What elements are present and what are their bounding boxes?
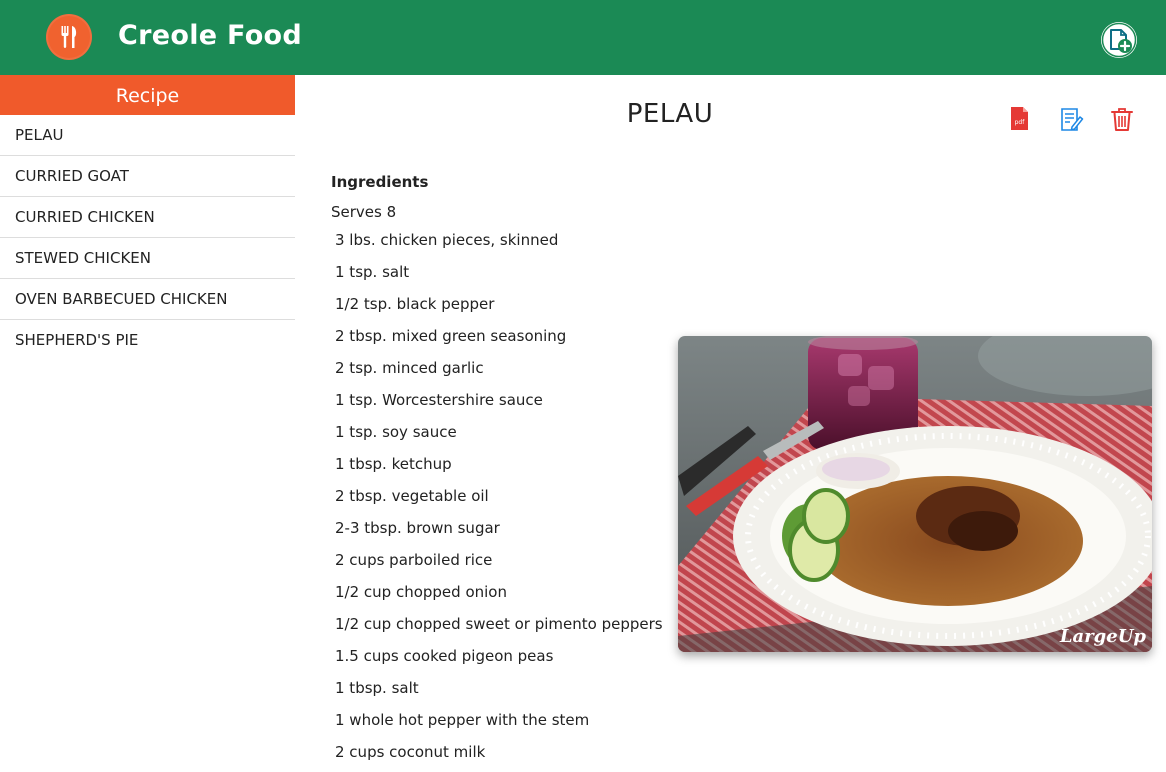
ingredient-item: 3 lbs. chicken pieces, skinned	[335, 231, 559, 249]
ingredient-item: 1 whole hot pepper with the stem	[335, 711, 590, 729]
ingredient-item: 1 tbsp. salt	[335, 679, 419, 697]
recipe-detail: PELAU pdf Ingredients Serves 8 3 lbs. ch…	[295, 75, 1166, 761]
sidebar-item-pelau[interactable]: PELAU	[0, 115, 295, 156]
sidebar-item-curried-goat[interactable]: CURRIED GOAT	[0, 156, 295, 197]
ingredient-item: 2 cups parboiled rice	[335, 551, 493, 569]
ingredient-list: 3 lbs. chicken pieces, skinned 1 tsp. sa…	[335, 228, 663, 772]
trash-icon	[1111, 108, 1133, 131]
ingredients-heading: Ingredients	[331, 173, 429, 191]
sidebar-item-oven-barbecued-chicken[interactable]: OVEN BARBECUED CHICKEN	[0, 279, 295, 320]
ingredient-item: 2 tsp. minced garlic	[335, 359, 484, 377]
pdf-icon: pdf	[1011, 107, 1028, 130]
ingredient-item: 1 tsp. soy sauce	[335, 423, 457, 441]
fork-knife-icon	[46, 14, 92, 60]
add-document-icon	[1101, 22, 1137, 58]
edit-recipe-button[interactable]	[1058, 105, 1084, 133]
edit-icon	[1061, 108, 1084, 131]
ingredient-item: 1.5 cups cooked pigeon peas	[335, 647, 554, 665]
ingredient-item: 1 tbsp. ketchup	[335, 455, 452, 473]
ingredient-item: 1 tsp. Worcestershire sauce	[335, 391, 543, 409]
sidebar-header: Recipe	[0, 75, 295, 115]
ingredient-item: 2 tbsp. vegetable oil	[335, 487, 489, 505]
recipe-title: PELAU	[626, 99, 714, 129]
ingredient-item: 1 tsp. salt	[335, 263, 410, 281]
pdf-label: pdf	[1015, 119, 1026, 126]
add-recipe-button[interactable]	[1101, 22, 1137, 58]
delete-recipe-button[interactable]	[1109, 105, 1135, 133]
photo-watermark: LargeUp	[1059, 626, 1147, 647]
sidebar-item-curried-chicken[interactable]: CURRIED CHICKEN	[0, 197, 295, 238]
sidebar-item-stewed-chicken[interactable]: STEWED CHICKEN	[0, 238, 295, 279]
ingredient-item: 2 cups coconut milk	[335, 743, 486, 761]
recipe-photo: LargeUp	[678, 336, 1152, 652]
ingredient-item: 1/2 cup chopped sweet or pimento peppers	[335, 615, 663, 633]
recipe-sidebar: Recipe PELAU CURRIED GOAT CURRIED CHICKE…	[0, 75, 295, 750]
serves-text: Serves 8	[331, 203, 397, 221]
export-pdf-button[interactable]: pdf	[1006, 105, 1032, 133]
ingredient-item: 1/2 tsp. black pepper	[335, 295, 495, 313]
sidebar-item-shepherds-pie[interactable]: SHEPHERD'S PIE	[0, 320, 295, 360]
ingredient-item: 1/2 cup chopped onion	[335, 583, 507, 601]
ingredient-item: 2-3 tbsp. brown sugar	[335, 519, 500, 537]
app-title: Creole Food	[118, 20, 303, 51]
ingredient-item: 2 tbsp. mixed green seasoning	[335, 327, 567, 345]
app-header: Creole Food	[0, 0, 1166, 75]
